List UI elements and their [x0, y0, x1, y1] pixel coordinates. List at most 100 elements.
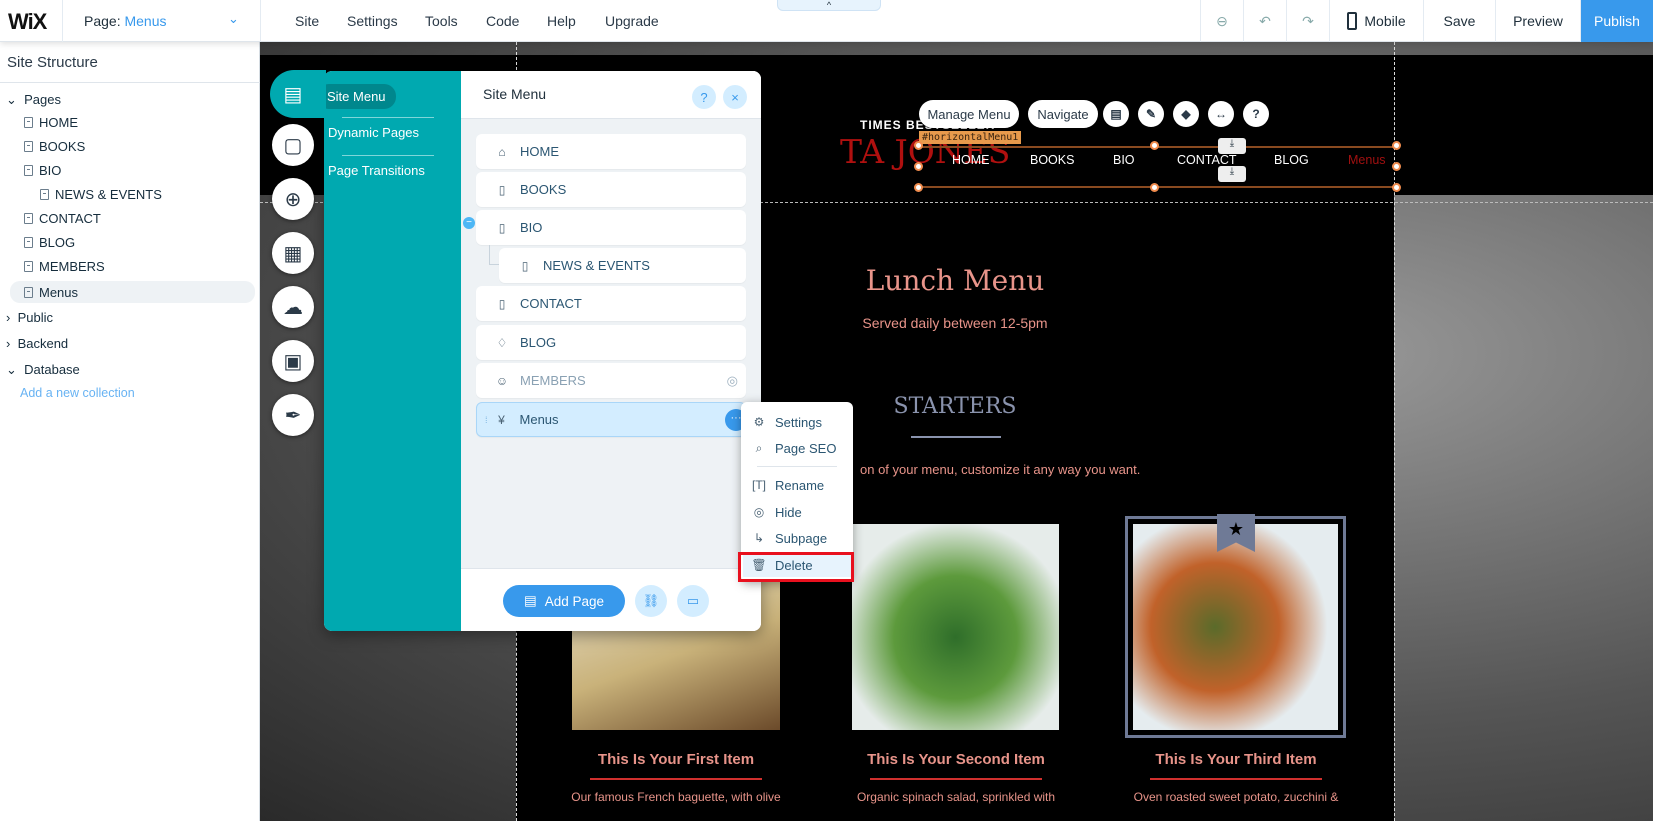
resize-handle[interactable] [1392, 183, 1401, 192]
site-structure-sidebar: Site Structure ⌄ Pages HOME BOOKS BIO NE… [0, 42, 260, 821]
tree-pages[interactable]: ⌄ Pages [6, 92, 61, 108]
help-icon[interactable]: ? [1243, 101, 1269, 127]
tree-page-members[interactable]: MEMBERS [24, 259, 105, 274]
menu-item-settings[interactable]: ⚙ Settings [749, 410, 849, 434]
site-menu-panel: Site Menu Dynamic Pages Page Transitions… [324, 71, 761, 631]
menu-row-bio[interactable]: ▯ BIO [476, 210, 746, 245]
page-value: Menus [124, 13, 167, 29]
zoom-out-icon[interactable]: ⊖ [1200, 0, 1243, 42]
menu-row-blog[interactable]: ♢ BLOG [476, 325, 746, 360]
tree-page-bio[interactable]: BIO [24, 163, 61, 178]
label: BOOKS [520, 182, 567, 197]
resize-handle[interactable] [914, 141, 923, 150]
menu-settings[interactable]: Settings [347, 13, 398, 29]
menu-row-contact[interactable]: ▯ CONTACT [476, 286, 746, 321]
tab-site-menu[interactable]: Site Menu [324, 84, 396, 109]
seo-search-icon: ⌕ [755, 440, 763, 455]
tree-database[interactable]: ⌄ Database [6, 362, 80, 378]
label: NEWS & EVENTS [543, 258, 650, 273]
add-page-button[interactable]: ▤ Add Page [503, 585, 625, 617]
preview-button[interactable]: Preview [1495, 0, 1580, 42]
add-link-icon[interactable]: ⛓ [635, 585, 667, 617]
menu-site[interactable]: Site [295, 13, 319, 29]
collapse-toggle[interactable]: ^ [777, 0, 881, 11]
manage-menu-button[interactable]: Manage Menu [919, 100, 1019, 128]
stretch-icon[interactable]: ↔ [1208, 101, 1234, 127]
resize-handle[interactable] [1150, 141, 1159, 150]
page-icon [40, 189, 49, 200]
add-apps-icon[interactable]: ▦ [272, 232, 314, 274]
tree-page-menus[interactable]: Menus [10, 281, 255, 303]
page-selector[interactable]: Page: Menus [84, 13, 167, 29]
chevron-down-icon[interactable]: ⌄ [228, 11, 239, 27]
upload-cloud-icon[interactable]: ☁ [272, 286, 314, 328]
add-icon[interactable]: ⊕ [272, 178, 314, 220]
tree-page-news[interactable]: NEWS & EVENTS [40, 187, 162, 202]
menu-selection-frame[interactable] [919, 146, 1397, 188]
drag-handle-icon[interactable]: ⁞ [485, 415, 488, 425]
bookings-calendar-icon[interactable]: ▣ [272, 340, 314, 382]
menu-item-rename[interactable]: [T] Rename [749, 473, 849, 497]
blog-pen-icon[interactable]: ✒ [272, 394, 314, 436]
tree-public[interactable]: › Public [6, 310, 53, 325]
layout-icon[interactable]: ▤ [1103, 101, 1129, 127]
nav-menus[interactable]: Menus [1348, 153, 1386, 167]
menu-row-books[interactable]: ▯ BOOKS [476, 172, 746, 207]
third-item-frame[interactable] [1125, 516, 1346, 738]
pages-menu-icon[interactable]: ▤ [272, 73, 314, 115]
menu-row-menus[interactable]: ⁞ ¥ Menus ··· [476, 402, 747, 437]
menu-code[interactable]: Code [486, 13, 519, 29]
tree-page-home[interactable]: HOME [24, 115, 78, 130]
panel-header: Site Menu ? × [461, 71, 761, 119]
tree-page-books[interactable]: BOOKS [24, 139, 85, 154]
tab-page-transitions[interactable]: Page Transitions [328, 163, 425, 178]
tree-page-contact[interactable]: CONTACT [24, 211, 101, 226]
resize-handle[interactable] [1150, 183, 1159, 192]
nav-books[interactable]: BOOKS [1030, 153, 1074, 167]
mobile-button[interactable]: Mobile [1329, 0, 1423, 42]
menu-item-page-seo[interactable]: ⌕ Page SEO [749, 436, 849, 460]
resize-handle[interactable] [1392, 162, 1401, 171]
background-icon[interactable]: ▢ [272, 124, 314, 166]
menu-upgrade[interactable]: Upgrade [605, 13, 659, 29]
add-collection-link[interactable]: Add a new collection [20, 386, 135, 400]
nav-blog[interactable]: BLOG [1274, 153, 1309, 167]
divider [260, 0, 261, 42]
page-icon: ▯ [498, 296, 506, 311]
menu-row-home[interactable]: ⌂ HOME [476, 134, 746, 169]
design-brush-icon[interactable]: ✎ [1138, 101, 1164, 127]
menu-item-subpage[interactable]: ↳ Subpage [749, 526, 849, 550]
divider [0, 82, 260, 83]
tree-backend[interactable]: › Backend [6, 336, 68, 351]
publish-button[interactable]: Publish [1580, 0, 1653, 42]
label: HOME [520, 144, 559, 159]
pull-down-handle-icon[interactable]: ⤓ [1218, 166, 1246, 182]
collapse-subpages-icon[interactable]: − [463, 217, 475, 229]
tree-page-blog[interactable]: BLOG [24, 235, 75, 250]
navigate-button[interactable]: Navigate [1028, 100, 1098, 128]
menu-row-news-events[interactable]: ▯ NEWS & EVENTS [499, 248, 746, 283]
tab-dynamic-pages[interactable]: Dynamic Pages [328, 125, 419, 140]
menu-row-members[interactable]: ☺ MEMBERS ◎ [476, 363, 746, 398]
menu-item-hide[interactable]: ◎ Hide [749, 500, 849, 524]
hidden-eye-icon: ◎ [726, 372, 738, 388]
nav-contact[interactable]: CONTACT [1177, 153, 1237, 167]
animation-icon[interactable]: ◆ [1173, 101, 1199, 127]
pull-down-handle-icon[interactable]: ⤓ [1218, 138, 1246, 154]
resize-handle[interactable] [914, 162, 923, 171]
second-item-image[interactable] [852, 524, 1059, 730]
help-button[interactable]: ? [692, 85, 716, 109]
nav-bio[interactable]: BIO [1113, 153, 1135, 167]
add-folder-icon[interactable]: ▭ [677, 585, 709, 617]
undo-icon[interactable]: ↶ [1243, 0, 1286, 42]
menu-tools[interactable]: Tools [425, 13, 458, 29]
divider [62, 0, 63, 42]
redo-icon[interactable]: ↷ [1286, 0, 1329, 42]
close-button[interactable]: × [723, 85, 747, 109]
nav-home[interactable]: HOME [952, 153, 990, 167]
page-icon [24, 261, 33, 272]
resize-handle[interactable] [1392, 141, 1401, 150]
menu-help[interactable]: Help [547, 13, 576, 29]
save-button[interactable]: Save [1423, 0, 1495, 42]
resize-handle[interactable] [914, 183, 923, 192]
